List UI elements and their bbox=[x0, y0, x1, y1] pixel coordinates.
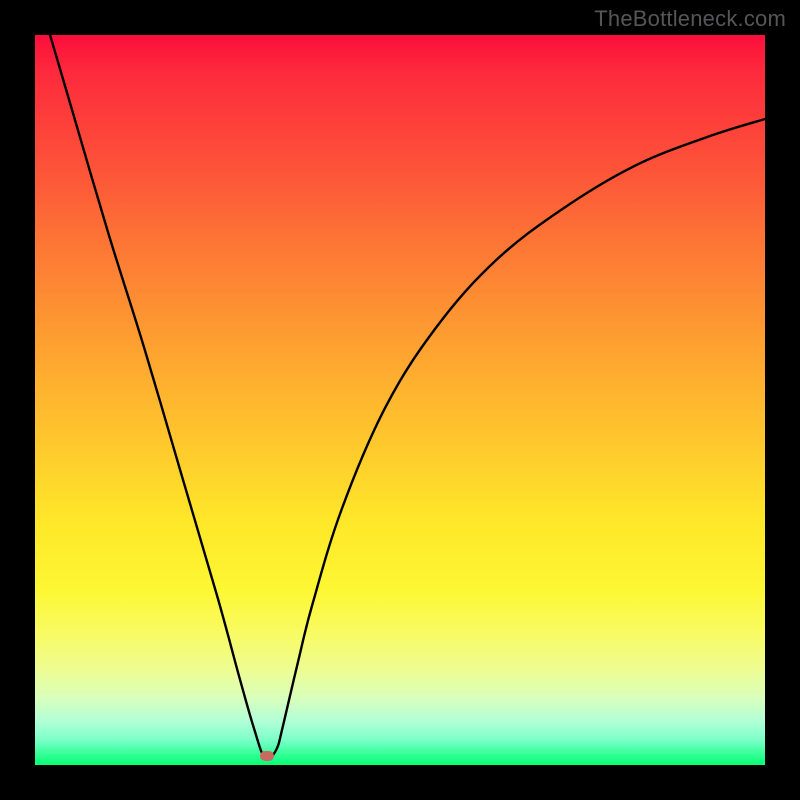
optimal-point-marker bbox=[260, 751, 274, 761]
curve-layer bbox=[35, 35, 765, 765]
watermark-text: TheBottleneck.com bbox=[594, 6, 786, 32]
plot-area bbox=[35, 35, 765, 765]
bottleneck-curve bbox=[35, 35, 765, 759]
chart-frame: TheBottleneck.com bbox=[0, 0, 800, 800]
